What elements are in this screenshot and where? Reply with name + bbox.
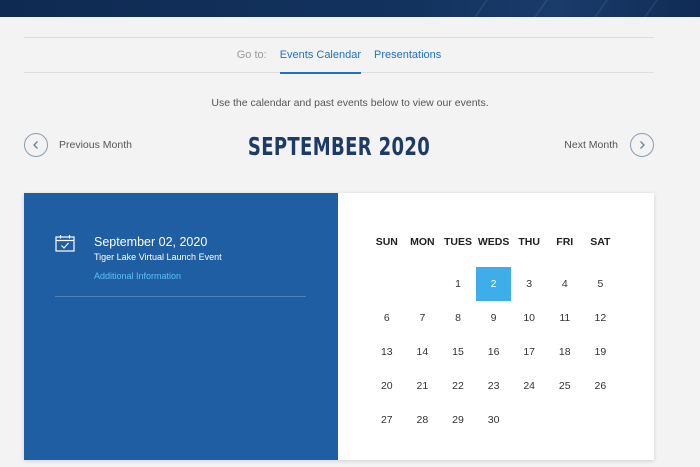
chevron-left-icon (33, 141, 38, 149)
calendar-day[interactable]: 29 (440, 403, 476, 437)
calendar-day[interactable]: 11 (547, 301, 583, 335)
calendar-empty-cell (405, 267, 441, 301)
presentations-link[interactable]: Presentations (374, 37, 441, 73)
calendar-check-icon (55, 235, 75, 252)
calendar-day[interactable]: 30 (476, 403, 512, 437)
next-month-button[interactable] (630, 133, 654, 157)
calendar-day[interactable]: 9 (476, 301, 512, 335)
calendar-day[interactable]: 1 (440, 267, 476, 301)
weekday-header: TUES (443, 236, 472, 248)
calendar-grid-panel: SUN MON TUES WEDS THU FRI SAT 1234567891… (338, 193, 654, 460)
calendar-empty-cell (369, 267, 405, 301)
calendar-day[interactable]: 26 (583, 369, 619, 403)
calendar-day[interactable]: 28 (405, 403, 441, 437)
calendar-day[interactable]: 16 (476, 335, 512, 369)
previous-month-button[interactable] (24, 133, 48, 157)
calendar-day[interactable]: 4 (547, 267, 583, 301)
event-item: September 02, 2020 Tiger Lake Virtual La… (55, 233, 306, 297)
calendar-day[interactable]: 24 (511, 369, 547, 403)
event-name: Tiger Lake Virtual Launch Event (94, 252, 222, 262)
goto-nav: Go to: Events Calendar Presentations (24, 37, 654, 74)
calendar-day[interactable]: 17 (511, 335, 547, 369)
calendar-panel: September 02, 2020 Tiger Lake Virtual La… (24, 193, 654, 460)
calendar-day[interactable]: 22 (440, 369, 476, 403)
weekday-header: WEDS (477, 236, 510, 248)
calendar-empty-cell (547, 403, 583, 437)
calendar-day[interactable]: 15 (440, 335, 476, 369)
calendar-day[interactable]: 21 (405, 369, 441, 403)
calendar-day[interactable]: 3 (511, 267, 547, 301)
calendar-day[interactable]: 8 (440, 301, 476, 335)
calendar-day[interactable]: 20 (369, 369, 405, 403)
calendar-day[interactable]: 10 (511, 301, 547, 335)
calendar-day[interactable]: 19 (583, 335, 619, 369)
calendar-day[interactable]: 14 (405, 335, 441, 369)
calendar-day[interactable]: 12 (583, 301, 619, 335)
calendar-day[interactable]: 2 (475, 267, 512, 301)
calendar-day[interactable]: 27 (369, 403, 405, 437)
calendar-empty-cell (511, 403, 547, 437)
weekday-header: MON (410, 236, 435, 248)
calendar-day[interactable]: 13 (369, 335, 405, 369)
calendar-day[interactable]: 7 (405, 301, 441, 335)
calendar-empty-cell (583, 403, 619, 437)
calendar-grid: SUN MON TUES WEDS THU FRI SAT 1234567891… (369, 233, 618, 437)
goto-label: Go to: (236, 49, 267, 61)
weekday-header: SUN (375, 236, 398, 248)
top-banner (0, 0, 700, 17)
calendar-day[interactable]: 18 (547, 335, 583, 369)
month-title: SEPTEMBER 2020 (247, 132, 431, 161)
instructions-text: Use the calendar and past events below t… (211, 97, 489, 109)
additional-information-link[interactable]: Additional Information (94, 271, 181, 281)
calendar-day[interactable]: 5 (583, 267, 619, 301)
chevron-right-icon (640, 141, 645, 149)
weekday-header: SAT (590, 236, 611, 248)
weekday-header: THU (518, 236, 540, 248)
next-month-label[interactable]: Next Month (564, 139, 618, 151)
event-list: September 02, 2020 Tiger Lake Virtual La… (24, 193, 338, 460)
event-date: September 02, 2020 (94, 235, 208, 249)
calendar-day[interactable]: 25 (547, 369, 583, 403)
events-calendar-link[interactable]: Events Calendar (279, 37, 362, 74)
calendar-day[interactable]: 6 (369, 301, 405, 335)
weekday-header: FRI (556, 236, 574, 248)
month-nav: Previous Month SEPTEMBER 2020 Next Month (24, 128, 654, 164)
calendar-day[interactable]: 23 (476, 369, 512, 403)
